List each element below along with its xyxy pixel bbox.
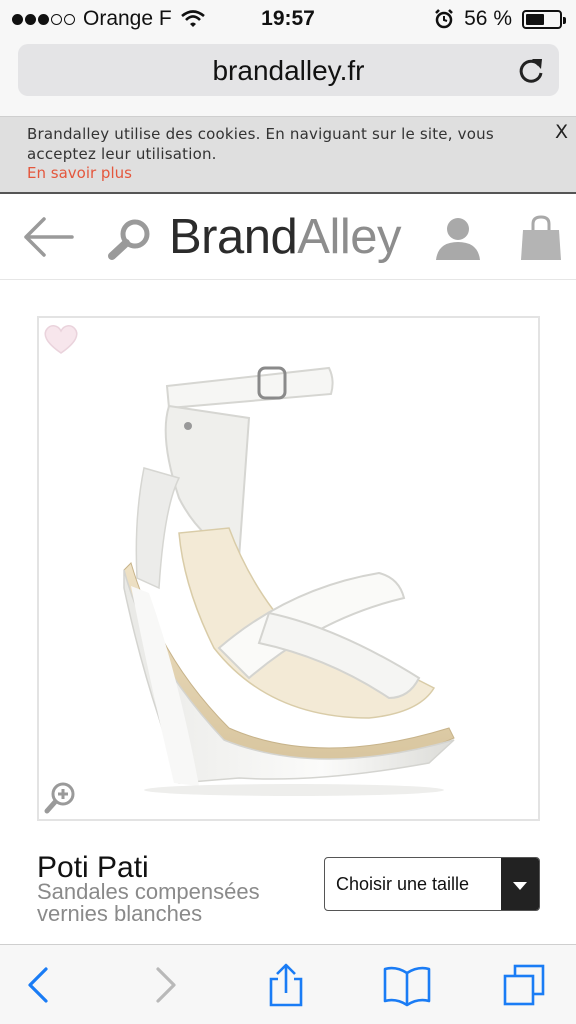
back-icon[interactable] bbox=[18, 963, 62, 1007]
logo-alley: Alley bbox=[297, 210, 401, 264]
cookie-message: Brandalley utilise des cookies. En navig… bbox=[27, 125, 494, 163]
browser-chrome: brandalley.fr bbox=[0, 40, 576, 116]
zoom-in-icon[interactable] bbox=[44, 780, 78, 814]
product-shoe-image bbox=[123, 366, 455, 796]
battery-icon bbox=[522, 9, 566, 29]
reload-icon[interactable] bbox=[517, 56, 545, 84]
user-account-icon[interactable] bbox=[432, 214, 484, 262]
site-header: BrandAlley bbox=[0, 194, 576, 280]
url-text[interactable]: brandalley.fr bbox=[18, 55, 559, 87]
size-select-label: Choisir une taille bbox=[336, 874, 470, 894]
brandalley-logo[interactable]: BrandAlley bbox=[169, 209, 401, 265]
logo-brand: Brand bbox=[169, 210, 298, 264]
size-select[interactable]: Choisir une taille bbox=[324, 857, 540, 911]
tabs-icon[interactable] bbox=[502, 963, 546, 1007]
back-arrow-icon[interactable] bbox=[22, 216, 74, 258]
bookmarks-icon[interactable] bbox=[382, 963, 432, 1007]
product-image-frame[interactable] bbox=[37, 316, 540, 821]
share-icon[interactable] bbox=[264, 963, 308, 1007]
status-bar: Orange F 19:57 56 % bbox=[0, 0, 576, 40]
favorite-heart-icon[interactable] bbox=[43, 322, 79, 356]
shopping-bag-icon[interactable] bbox=[520, 214, 562, 262]
battery-percent: 56 % bbox=[464, 7, 512, 30]
alarm-icon bbox=[435, 9, 454, 29]
product-description: Sandales compensées vernies blanches bbox=[37, 879, 260, 926]
learn-more-link[interactable]: En savoir plus bbox=[27, 164, 132, 182]
forward-icon[interactable] bbox=[142, 963, 186, 1007]
cookie-banner: Brandalley utilise des cookies. En navig… bbox=[0, 116, 576, 194]
close-cookie-button[interactable]: X bbox=[555, 121, 568, 143]
chevron-down-icon[interactable] bbox=[501, 858, 539, 910]
search-icon[interactable] bbox=[106, 218, 152, 260]
browser-toolbar bbox=[0, 944, 576, 1024]
status-right: 56 % bbox=[434, 7, 566, 31]
address-bar[interactable]: brandalley.fr bbox=[18, 44, 559, 96]
